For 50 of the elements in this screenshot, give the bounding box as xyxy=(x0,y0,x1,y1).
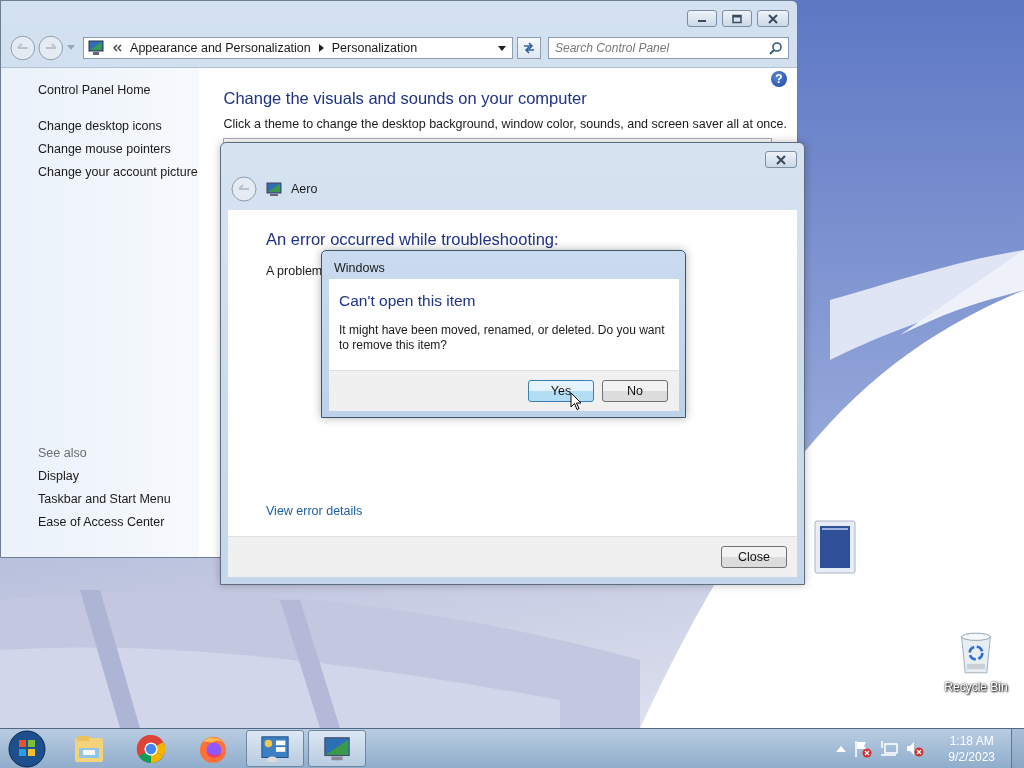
folder-icon xyxy=(73,733,105,764)
section-heading: See also xyxy=(38,445,88,462)
refresh-button[interactable] xyxy=(517,37,541,59)
sidebar-link[interactable]: Control Panel Home xyxy=(38,82,200,99)
sidebar-link[interactable]: Ease of Access Center xyxy=(38,514,200,531)
page-heading: Change the visuals and sounds on your computer xyxy=(223,88,588,109)
sidebar-link[interactable]: Change desktop icons xyxy=(38,118,200,135)
sidebar-link[interactable]: Display xyxy=(38,468,200,485)
window-title: Aero xyxy=(291,182,318,196)
monitor-icon xyxy=(88,40,105,56)
close-button[interactable]: Close xyxy=(721,546,787,568)
minimize-button[interactable] xyxy=(687,10,717,27)
start-button[interactable] xyxy=(8,729,46,768)
message-text: It might have been moved, renamed, or deleted. Do you want to remove this item? xyxy=(339,323,666,353)
sidebar-link[interactable]: Change mouse pointers xyxy=(38,141,200,158)
arrow-icon xyxy=(318,44,324,52)
window-title: Windows xyxy=(333,260,386,277)
error-heading: An error occurred while troubleshooting: xyxy=(266,229,560,250)
close-button[interactable] xyxy=(765,151,797,168)
browser-icon xyxy=(135,733,167,764)
dropdown-icon[interactable] xyxy=(498,45,507,51)
close-icon xyxy=(767,13,779,24)
flag-icon[interactable] xyxy=(854,739,873,758)
double-chevron-icon xyxy=(112,44,123,52)
message-heading: Can't open this item xyxy=(339,291,477,311)
help-button[interactable]: ? xyxy=(771,71,787,87)
file-icon[interactable] xyxy=(812,518,858,576)
mouse-pointer-icon xyxy=(570,392,582,411)
search-icon xyxy=(769,41,783,55)
breadcrumb-item[interactable]: Appearance and Personalization xyxy=(130,41,311,55)
address-bar[interactable]: Appearance and Personalization Personalization xyxy=(83,37,514,59)
breadcrumb-item[interactable]: Personalization xyxy=(331,41,418,55)
show-desktop-button[interactable] xyxy=(1011,729,1024,768)
page-description: Click a theme to change the desktop background, window color, sounds, and screen saver all at once. xyxy=(223,116,787,132)
taskbar-button[interactable] xyxy=(246,730,304,767)
sidebar-link[interactable]: Change your account picture xyxy=(38,164,200,181)
search-field[interactable]: Search Control Panel xyxy=(548,37,789,59)
close-button[interactable] xyxy=(757,10,789,27)
error-message: A problem xyxy=(266,264,323,278)
maximize-button[interactable] xyxy=(722,10,752,27)
dialog-button[interactable]: No xyxy=(602,380,668,402)
control-panel-icon xyxy=(259,733,291,764)
view-details-link[interactable]: View error details xyxy=(266,504,363,518)
close-icon xyxy=(775,154,787,165)
icon-label: Recycle Bin xyxy=(944,680,1008,694)
monitor-icon xyxy=(266,181,282,197)
maximize-icon xyxy=(731,13,743,24)
sidebar-link[interactable]: Taskbar and Start Menu xyxy=(38,491,200,508)
dialog-button[interactable]: Yes xyxy=(528,380,594,402)
taskbar-button[interactable] xyxy=(308,730,366,767)
